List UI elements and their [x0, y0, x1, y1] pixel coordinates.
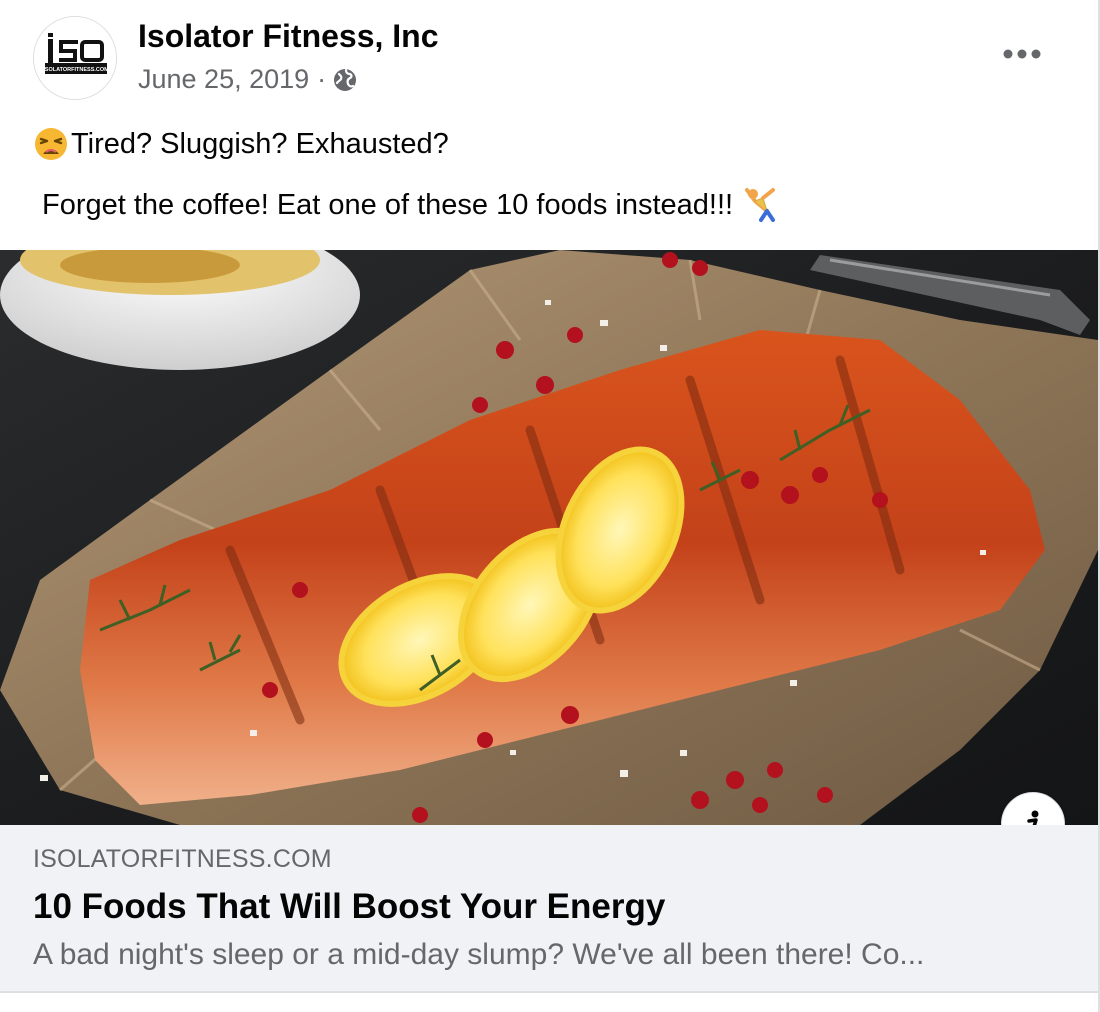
post-date[interactable]: June 25, 2019	[138, 64, 309, 95]
link-title[interactable]: 10 Foods That Will Boost Your Energy	[33, 887, 665, 927]
link-preview[interactable]: ISOLATORFITNESS.COM 10 Foods That Will B…	[0, 825, 1098, 993]
page-name-link[interactable]: Isolator Fitness, Inc	[138, 18, 439, 55]
link-domain: ISOLATORFITNESS.COM	[33, 845, 332, 873]
globe-icon[interactable]	[332, 67, 358, 93]
post-message-line-1: Tired? Sluggish? Exhausted?	[33, 126, 449, 162]
message-text-2: Forget the coffee! Eat one of these 10 f…	[42, 188, 734, 221]
more-options-button[interactable]	[994, 32, 1050, 76]
logo-subtext: ISOLATORFITNESS.COM	[43, 67, 109, 73]
isolator-logo: ISOLATORFITNESS.COM	[34, 17, 116, 99]
tired-face-emoji	[35, 128, 67, 160]
meta-separator: ·	[317, 64, 327, 94]
post-message-line-2: Forget the coffee! Eat one of these 10 f…	[42, 186, 781, 224]
page-avatar[interactable]: ISOLATORFITNESS.COM	[33, 16, 117, 100]
more-options-icon	[1003, 49, 1041, 59]
post-meta: June 25, 2019 ·	[138, 64, 358, 95]
link-description: A bad night's sleep or a mid-day slump? …	[33, 938, 925, 971]
post-image[interactable]	[0, 250, 1098, 825]
grilled-salmon-photo	[0, 250, 1098, 825]
person-cartwheeling-emoji	[745, 188, 776, 222]
message-text-1: Tired? Sluggish? Exhausted?	[71, 127, 449, 160]
facebook-post: ISOLATORFITNESS.COM Isolator Fitness, In…	[0, 0, 1100, 1012]
